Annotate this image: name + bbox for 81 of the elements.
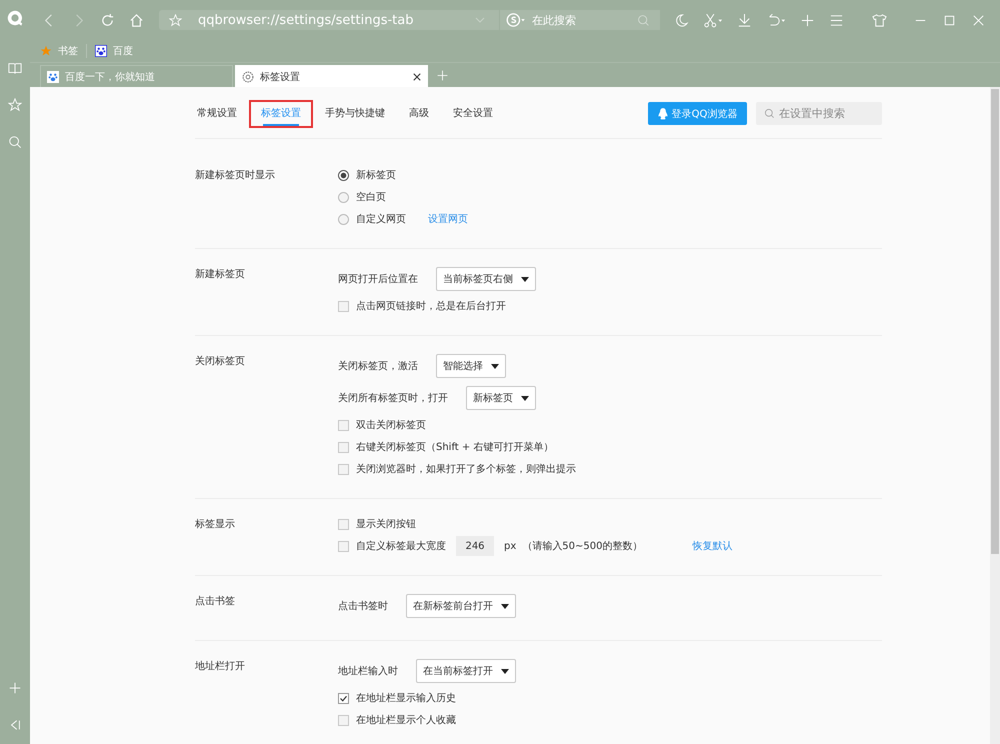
section-label: 新建标签页时显示	[195, 168, 275, 182]
settings-tab[interactable]: 常规设置	[185, 100, 249, 128]
settings-tab[interactable]: 手势与快捷键	[313, 100, 397, 128]
option-label: 在地址栏显示输入历史	[356, 692, 456, 705]
search-icon	[764, 108, 775, 119]
scissors-icon[interactable]	[703, 12, 723, 28]
home-icon[interactable]	[129, 12, 144, 28]
option-label: 点击网页链接时，总是在后台打开	[356, 300, 506, 313]
star-icon[interactable]	[8, 98, 22, 112]
settings-tab[interactable]: 高级	[397, 100, 441, 128]
caret-icon	[521, 396, 529, 400]
caret-icon	[491, 364, 499, 368]
option-label: 关闭浏览器时，如果打开了多个标签，则弹出提示	[356, 462, 576, 476]
star-icon[interactable]	[40, 45, 52, 57]
radio-button[interactable]	[338, 192, 349, 202]
browser-logo-icon[interactable]	[6, 9, 24, 27]
field-label: 关闭标签页，激活	[338, 360, 418, 373]
new-tab-icon[interactable]	[436, 69, 449, 82]
field-label: 地址栏输入时	[338, 664, 398, 678]
checkbox[interactable]	[338, 464, 349, 474]
checkbox[interactable]	[338, 692, 349, 704]
browser-tab[interactable]: 标签设置	[235, 65, 428, 87]
search-engine-icon[interactable]	[506, 13, 526, 27]
checkbox[interactable]	[338, 540, 349, 552]
checkbox[interactable]	[338, 300, 349, 312]
plus-icon[interactable]	[8, 681, 22, 695]
radio-button[interactable]	[338, 170, 349, 180]
checkbox[interactable]	[338, 518, 349, 530]
chevron-icon[interactable]	[475, 17, 485, 23]
reload-icon[interactable]	[100, 12, 115, 28]
section-label: 地址栏打开	[195, 660, 245, 673]
option-label: 显示关闭按钮	[356, 518, 416, 531]
option-label: 在地址栏显示个人收藏	[356, 714, 456, 727]
section-label: 标签显示	[195, 518, 235, 531]
settings-tab[interactable]: 安全设置	[441, 100, 505, 128]
shirt-icon[interactable]	[872, 12, 887, 28]
dropdown[interactable]: 新标签页	[466, 386, 536, 410]
moon-icon[interactable]	[674, 12, 689, 28]
download-icon[interactable]	[737, 12, 752, 28]
caret-icon	[501, 604, 509, 608]
caret-icon	[501, 668, 509, 674]
section-label: 点击书签	[195, 594, 235, 608]
book-icon[interactable]	[8, 61, 22, 75]
search-icon[interactable]	[637, 14, 650, 27]
section-label: 关闭标签页	[195, 354, 245, 368]
option-label: 右键关闭标签页（Shift + 右键可打开菜单）	[356, 440, 554, 454]
section-label: 新建标签页	[195, 268, 245, 281]
search-field[interactable]: 在设置中搜索	[756, 102, 882, 125]
field-label: 关闭所有标签页时，打开	[338, 392, 448, 405]
penguin-icon	[658, 108, 668, 120]
gear-icon	[242, 70, 254, 82]
paw-icon	[47, 70, 59, 82]
width-field[interactable]: 246	[456, 536, 494, 556]
close-icon[interactable]	[413, 72, 421, 80]
field-label: 网页打开后位置在	[338, 272, 418, 286]
checkbox[interactable]	[338, 442, 349, 452]
collapse-icon[interactable]	[8, 718, 22, 732]
option-label: 空白页	[356, 190, 386, 204]
menu-icon[interactable]	[829, 12, 844, 28]
hint-text: （请输入50~500的整数）	[522, 540, 642, 553]
dropdown[interactable]: 在新标签前台打开	[406, 594, 516, 618]
dropdown[interactable]: 在当前标签打开	[416, 659, 516, 683]
option-label: 新标签页	[356, 168, 396, 182]
option-label: 双击关闭标签页	[356, 418, 426, 432]
search-field[interactable]: 在此搜索	[500, 10, 660, 30]
new-tab-icon[interactable]	[800, 12, 815, 28]
checkbox[interactable]	[338, 714, 349, 726]
dropdown[interactable]: 当前标签页右侧	[436, 267, 536, 291]
search-icon[interactable]	[8, 135, 22, 149]
scrollbar-thumb[interactable]	[991, 89, 999, 554]
checkbox[interactable]	[338, 420, 349, 430]
option-label: 自定义网页	[356, 212, 406, 226]
star-icon[interactable]	[169, 14, 182, 26]
paw-icon[interactable]	[95, 45, 107, 57]
dropdown[interactable]: 智能选择	[436, 354, 506, 378]
caret-icon	[521, 276, 529, 282]
scrollbar[interactable]	[990, 87, 1000, 744]
radio-button[interactable]	[338, 214, 349, 224]
unit-label: px	[504, 540, 516, 552]
option-label: 自定义标签最大宽度	[356, 540, 446, 553]
field-label: 点击书签时	[338, 600, 388, 613]
